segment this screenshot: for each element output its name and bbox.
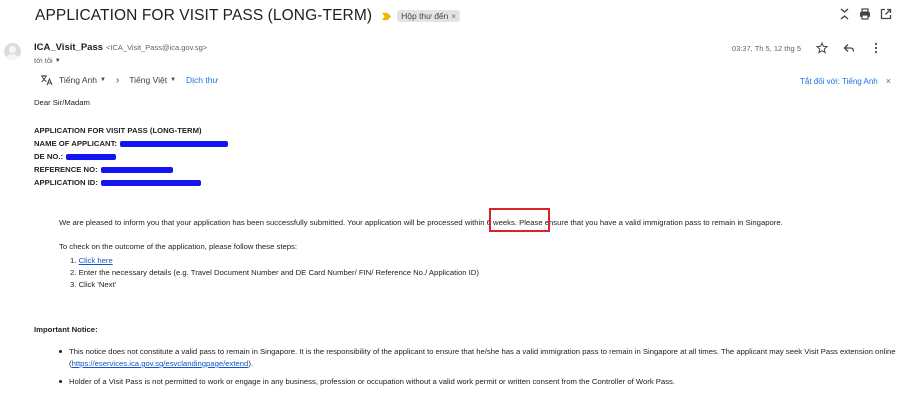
inbox-label-chip: Hộp thư đến ×	[397, 10, 461, 22]
click-here-link[interactable]: Click here	[79, 256, 113, 265]
source-language-select[interactable]: Tiếng Anh ▼	[59, 75, 106, 85]
processing-text-after: . Please ensure that you have a valid im…	[514, 218, 783, 227]
reference-no-line: REFERENCE NO:	[34, 163, 228, 176]
applicant-name-label: NAME OF APPLICANT:	[34, 139, 117, 148]
step-text: Click 'Next'	[78, 280, 117, 289]
notice-text: Holder of a Visit Pass is not permitted …	[69, 377, 676, 386]
translate-bar: Tiếng Anh ▼ › Tiếng Việt ▼ Dịch thư	[40, 74, 218, 86]
turn-off-translation-link[interactable]: Tắt đối với: Tiếng Anh	[800, 77, 878, 86]
info-title-line: APPLICATION FOR VISIT PASS (LONG-TERM)	[34, 124, 228, 137]
step-number: 3.	[70, 280, 77, 289]
translate-right: Tắt đối với: Tiếng Anh ×	[800, 76, 891, 86]
de-no-line: DE NO.:	[34, 150, 228, 163]
recipient-label: tới tôi	[34, 56, 53, 65]
open-new-window-icon[interactable]	[880, 8, 892, 20]
importance-marker-icon[interactable]	[381, 11, 392, 22]
step-number: 2.	[70, 268, 77, 277]
greeting: Dear Sir/Madam	[34, 98, 90, 107]
message-date: 03:37, Th 5, 12 thg 5	[731, 43, 801, 53]
list-item: 3. Click 'Next'	[70, 279, 479, 291]
redacted-reference-no	[100, 166, 173, 173]
steps-list: 1. Click here 2. Enter the necessary det…	[70, 255, 479, 291]
chevron-right-icon: ›	[115, 74, 120, 86]
target-language-select[interactable]: Tiếng Việt ▼	[129, 75, 176, 85]
target-language-label: Tiếng Việt	[129, 75, 168, 85]
list-item: 2. Enter the necessary details (e.g. Tra…	[70, 267, 479, 279]
notice-list: This notice does not constitute a valid …	[59, 346, 897, 394]
processing-text-before: We are pleased to inform you that your a…	[59, 218, 465, 227]
sender-name[interactable]: ICA_Visit_Pass	[34, 42, 103, 53]
list-item: This notice does not constitute a valid …	[59, 346, 897, 370]
reference-no-label: REFERENCE NO:	[34, 165, 98, 174]
translate-message-link[interactable]: Dịch thư	[186, 75, 218, 85]
inbox-label-text: Hộp thư đến	[401, 11, 449, 21]
expand-collapse-icon[interactable]	[838, 8, 850, 20]
sender-line: ICA_Visit_Pass <ICA_Visit_Pass@ica.gov.s…	[34, 42, 207, 53]
info-title: APPLICATION FOR VISIT PASS (LONG-TERM)	[34, 126, 202, 135]
remove-label-icon[interactable]: ×	[451, 12, 456, 21]
de-no-label: DE NO.:	[34, 152, 64, 161]
redacted-de-no	[66, 153, 117, 160]
list-item: Holder of a Visit Pass is not permitted …	[59, 376, 897, 388]
translate-icon	[41, 75, 53, 86]
application-id-line: APPLICATION ID:	[34, 176, 228, 189]
application-id-label: APPLICATION ID:	[34, 178, 98, 187]
extension-link[interactable]: https://eservices.ica.gov.sg/esvclanding…	[72, 359, 249, 368]
message-meta: 03:37, Th 5, 12 thg 5	[732, 42, 882, 54]
application-info: APPLICATION FOR VISIT PASS (LONG-TERM) N…	[34, 124, 228, 189]
more-options-icon[interactable]	[870, 42, 882, 54]
star-icon[interactable]	[816, 42, 828, 54]
notice-text-after: ).	[248, 359, 254, 368]
sender-avatar[interactable]	[4, 43, 21, 60]
chevron-down-icon: ▼	[99, 77, 106, 83]
top-actions	[838, 8, 892, 20]
step-text: Enter the necessary details (e.g. Travel…	[78, 268, 479, 277]
important-notice-heading: Important Notice:	[34, 325, 98, 334]
redacted-applicant-name	[120, 140, 228, 147]
close-icon[interactable]: ×	[886, 76, 891, 86]
chevron-down-icon: ▼	[170, 77, 177, 83]
processing-paragraph: We are pleased to inform you that your a…	[59, 218, 783, 227]
steps-intro: To check on the outcome of the applicati…	[59, 242, 298, 251]
subject-row: APPLICATION FOR VISIT PASS (LONG-TERM) H…	[35, 5, 461, 27]
applicant-name-line: NAME OF APPLICANT:	[34, 137, 228, 150]
recipient-details-toggle[interactable]: tới tôi ▼	[34, 56, 61, 65]
highlight-annotation-box	[489, 208, 550, 232]
step-number: 1.	[70, 256, 77, 265]
list-item: 1. Click here	[70, 255, 479, 267]
redacted-application-id	[100, 179, 201, 186]
source-language-label: Tiếng Anh	[59, 75, 97, 85]
reply-icon[interactable]	[843, 42, 855, 54]
chevron-down-icon[interactable]: ▼	[55, 58, 61, 64]
print-icon[interactable]	[859, 8, 871, 20]
email-subject: APPLICATION FOR VISIT PASS (LONG-TERM)	[35, 7, 373, 24]
sender-email: <ICA_Visit_Pass@ica.gov.sg>	[106, 43, 208, 52]
